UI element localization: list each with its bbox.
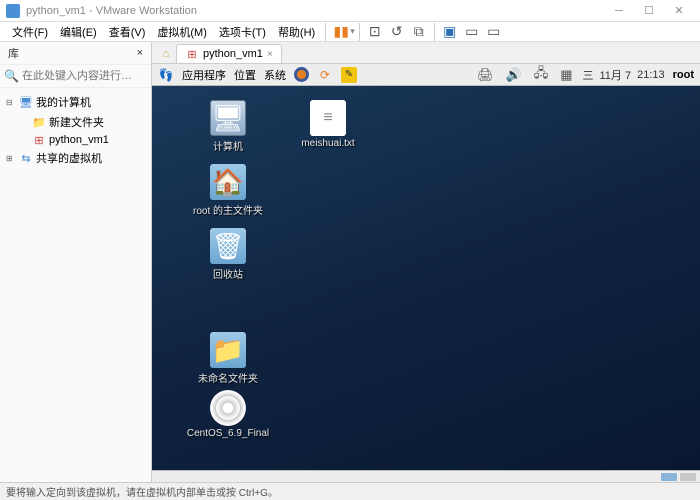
statusbar: 要将输入定向到该虚拟机，请在虚拟机内部单击或按 Ctrl+G。	[0, 482, 700, 500]
folder-icon: 📁	[210, 332, 246, 368]
desktop-icon-computer[interactable]: 🖥 计算机	[188, 100, 268, 153]
network-icon[interactable]: 🖧	[534, 64, 549, 86]
snapshot-mgr-button[interactable]: ⧉	[408, 21, 430, 43]
home-icon: ⌂	[163, 48, 170, 60]
icon-label: root 的主文件夹	[193, 202, 263, 217]
maximize-button[interactable]: ☐	[634, 1, 664, 21]
desktop-icon-folder[interactable]: 📁 未命名文件夹	[188, 332, 268, 385]
trash-icon: 🗑	[210, 228, 246, 264]
menu-edit[interactable]: 编辑(E)	[54, 24, 103, 40]
icon-label: CentOS_6.9_Final	[187, 428, 269, 439]
minimize-button[interactable]: ─	[604, 1, 634, 21]
gnome-foot-icon[interactable]: 👣	[158, 67, 174, 83]
suspend-button[interactable]: ▮▮	[330, 21, 352, 43]
library-sidebar: 库 × 🔍 ▾ ⊟ 🖥 我的计算机 📁 新建文件夹 ⊞ python_vm1	[0, 42, 152, 482]
fullscreen-button[interactable]: ▣	[439, 21, 461, 43]
clock[interactable]: 三 11月 7 21:13	[582, 67, 664, 83]
main-area: 库 × 🔍 ▾ ⊟ 🖥 我的计算机 📁 新建文件夹 ⊞ python_vm1	[0, 42, 700, 482]
notes-icon[interactable]: ✎	[341, 67, 357, 83]
tab-home[interactable]: ⌂	[156, 45, 176, 63]
dvd-icon	[210, 390, 246, 426]
window-title: python_vm1 - VMware Workstation	[26, 5, 604, 17]
tab-close-icon[interactable]: ×	[267, 49, 273, 60]
unity-button[interactable]: ▭	[461, 21, 483, 43]
home-folder-icon: 🏠	[210, 164, 246, 200]
library-close-icon[interactable]: ×	[137, 47, 143, 59]
workspace-2[interactable]	[680, 473, 696, 481]
revert-button[interactable]: ↺	[386, 21, 408, 43]
clock-date: 11月 7	[599, 67, 631, 83]
folder-icon: 📁	[32, 116, 46, 128]
clock-weekday: 三	[582, 67, 593, 83]
update-icon[interactable]: ⟳	[317, 67, 333, 83]
status-text: 要将输入定向到该虚拟机，请在虚拟机内部单击或按 Ctrl+G。	[6, 484, 278, 499]
guest-bottom-panel	[152, 470, 700, 482]
vmware-logo-icon	[6, 4, 20, 18]
firefox-icon[interactable]	[294, 67, 309, 82]
power-dropdown-icon[interactable]: ▾	[350, 26, 355, 37]
tree-folder[interactable]: 📁 新建文件夹	[2, 112, 149, 132]
search-icon: 🔍	[4, 69, 19, 83]
computer-icon: 🖥	[19, 96, 33, 108]
user-menu[interactable]: root	[673, 69, 694, 81]
guest-desktop[interactable]: 🖥 计算机 ≡ meishuai.txt 🏠 root 的主文件夹 🗑 回收站 …	[152, 86, 700, 470]
vm-icon: ⊞	[185, 48, 199, 60]
library-search: 🔍 ▾	[0, 65, 151, 88]
desktop-icon-trash[interactable]: 🗑 回收站	[188, 228, 268, 281]
desktop-icon-textfile[interactable]: ≡ meishuai.txt	[288, 100, 368, 149]
guest-menu-apps[interactable]: 应用程序	[182, 67, 226, 83]
icon-label: meishuai.txt	[301, 138, 354, 149]
menu-help[interactable]: 帮助(H)	[272, 24, 321, 40]
menu-tabs[interactable]: 选项卡(T)	[213, 24, 272, 40]
expand-icon[interactable]: ⊞	[6, 154, 16, 163]
close-button[interactable]: ✕	[664, 1, 694, 21]
desktop-icon-home[interactable]: 🏠 root 的主文件夹	[188, 164, 268, 217]
vm-icon: ⊞	[32, 134, 46, 146]
library-header: 库 ×	[0, 42, 151, 65]
guest-menu-system[interactable]: 系统	[264, 67, 286, 83]
tree-my-computer[interactable]: ⊟ 🖥 我的计算机	[2, 92, 149, 112]
tree-label: 共享的虚拟机	[36, 150, 102, 166]
monitor-icon: 🖥	[210, 100, 246, 136]
tree-vm-python[interactable]: ⊞ python_vm1	[2, 132, 149, 148]
tree-label: python_vm1	[49, 134, 109, 146]
shared-icon: ⇆	[19, 152, 33, 164]
guest-menu-places[interactable]: 位置	[234, 67, 256, 83]
library-title: 库	[8, 45, 19, 61]
icon-label: 未命名文件夹	[198, 370, 258, 385]
icon-label: 计算机	[213, 138, 243, 153]
library-search-input[interactable]	[22, 70, 164, 82]
tree-shared-vms[interactable]: ⊞ ⇆ 共享的虚拟机	[2, 148, 149, 168]
workspace-1[interactable]	[661, 473, 677, 481]
menubar: 文件(F) 编辑(E) 查看(V) 虚拟机(M) 选项卡(T) 帮助(H) ▮▮…	[0, 22, 700, 42]
tree-label: 我的计算机	[36, 94, 91, 110]
menu-vm[interactable]: 虚拟机(M)	[151, 24, 213, 40]
textfile-icon: ≡	[310, 100, 346, 136]
console-view-button[interactable]: ▭	[483, 21, 505, 43]
library-tree: ⊟ 🖥 我的计算机 📁 新建文件夹 ⊞ python_vm1 ⊞ ⇆ 共享的虚拟…	[0, 88, 151, 482]
vmware-tools-icon[interactable]: ▦	[560, 67, 572, 83]
desktop-icon-dvd[interactable]: CentOS_6.9_Final	[188, 390, 268, 439]
window-titlebar: python_vm1 - VMware Workstation ─ ☐ ✕	[0, 0, 700, 22]
collapse-icon[interactable]: ⊟	[6, 98, 16, 107]
tab-label: python_vm1	[203, 48, 263, 60]
tab-vm[interactable]: ⊞ python_vm1 ×	[176, 44, 282, 63]
printer-icon[interactable]: 🖨	[477, 67, 494, 83]
menu-view[interactable]: 查看(V)	[103, 24, 152, 40]
menu-file[interactable]: 文件(F)	[6, 24, 54, 40]
tree-label: 新建文件夹	[49, 114, 104, 130]
volume-icon[interactable]: 🔊	[506, 67, 522, 83]
vm-panel: ⌂ ⊞ python_vm1 × 👣 应用程序 位置 系统 ⟳ ✎ 🖨 🔊 🖧 …	[152, 42, 700, 482]
icon-label: 回收站	[213, 266, 243, 281]
guest-top-panel: 👣 应用程序 位置 系统 ⟳ ✎ 🖨 🔊 🖧 ▦ 三 11月 7 21:13 r…	[152, 64, 700, 86]
clock-time: 21:13	[637, 69, 665, 81]
snapshot-button[interactable]: ⊡	[364, 21, 386, 43]
tab-row: ⌂ ⊞ python_vm1 ×	[152, 42, 700, 64]
